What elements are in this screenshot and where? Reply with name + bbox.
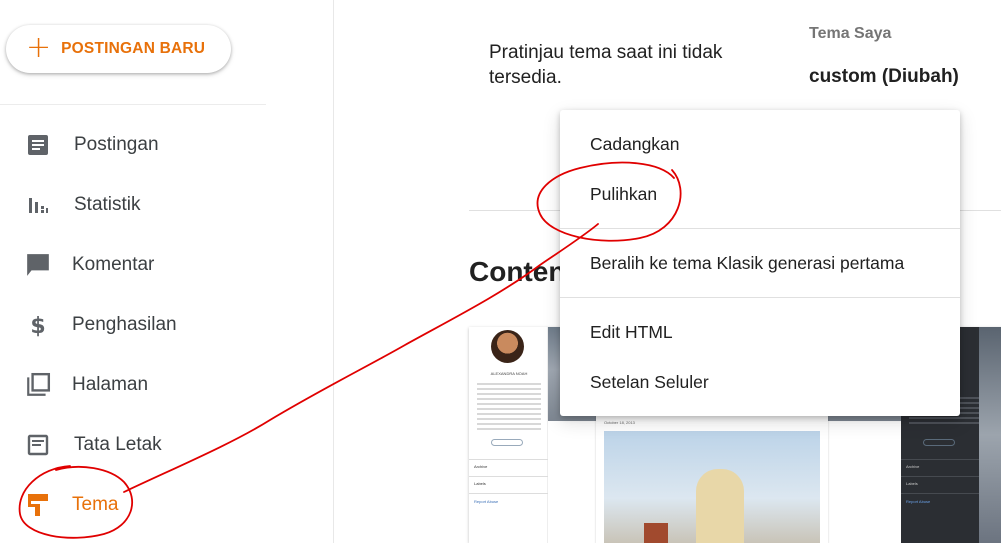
- sidebar-item-pages[interactable]: Halaman: [0, 360, 266, 410]
- new-post-label: POSTINGAN BARU: [61, 40, 206, 57]
- thumbnail-post-photo: [604, 431, 820, 543]
- sidebar-item-layout[interactable]: Tata Letak: [0, 420, 266, 470]
- menu-item-backup[interactable]: Cadangkan: [560, 119, 960, 169]
- thumbnail-archive-label: Archive: [906, 464, 920, 469]
- svg-text:$: $: [30, 314, 45, 338]
- thumbnail-divider: [469, 493, 548, 494]
- sidebar-item-label: Komentar: [72, 254, 155, 275]
- thumbnail-hero-image: [979, 327, 1001, 543]
- thumbnail-button: [923, 439, 955, 446]
- sidebar: + POSTINGAN BARU Postingan Statistik Kom…: [0, 0, 334, 543]
- thumbnail-divider: [901, 476, 979, 477]
- avatar: [491, 330, 524, 363]
- menu-item-switch-classic[interactable]: Beralih ke tema Klasik generasi pertama: [560, 238, 960, 288]
- menu-item-edit-html[interactable]: Edit HTML: [560, 307, 960, 357]
- menu-divider: [560, 228, 960, 229]
- dollar-icon: $: [24, 311, 52, 339]
- thumbnail-author-name: ALEXANDRA NOAH: [490, 371, 528, 376]
- thumbnail-divider: [469, 459, 548, 460]
- theme-options-menu: Cadangkan Pulihkan Beralih ke tema Klasi…: [560, 110, 960, 416]
- menu-item-restore[interactable]: Pulihkan: [560, 169, 960, 219]
- thumbnail-sidebar: ALEXANDRA NOAH Archive Labels Report Abu…: [469, 327, 548, 543]
- thumbnail-report-link: Report Abuse: [906, 499, 931, 504]
- plus-icon: +: [26, 29, 52, 65]
- sidebar-divider: [0, 104, 266, 105]
- thumbnail-labels-label: Labels: [474, 481, 486, 486]
- pages-icon: [24, 371, 52, 399]
- sidebar-item-label: Tata Letak: [74, 434, 162, 455]
- theme-paint-roller-icon: [24, 491, 52, 519]
- section-title: Conten: [469, 256, 566, 287]
- stats-icon: [24, 191, 52, 219]
- sidebar-item-label: Tema: [72, 494, 119, 515]
- sidebar-item-label: Penghasilan: [72, 314, 177, 335]
- sidebar-item-label: Statistik: [74, 194, 141, 215]
- posts-icon: [24, 131, 52, 159]
- sidebar-item-label: Postingan: [74, 134, 159, 155]
- sidebar-item-posts[interactable]: Postingan: [0, 120, 266, 170]
- photo-building-shape: [644, 523, 668, 543]
- thumbnail-divider: [901, 493, 979, 494]
- comment-icon: [24, 251, 52, 279]
- new-post-button[interactable]: + POSTINGAN BARU: [6, 25, 231, 73]
- sidebar-item-comments[interactable]: Komentar: [0, 240, 266, 290]
- thumbnail-labels-label: Labels: [906, 481, 918, 486]
- photo-tower-shape: [696, 469, 744, 543]
- sidebar-item-theme[interactable]: Tema: [0, 480, 266, 530]
- thumbnail-divider: [901, 459, 979, 460]
- sidebar-item-earnings[interactable]: $ Penghasilan: [0, 300, 266, 350]
- thumbnail-report-link: Report Abuse: [474, 499, 499, 504]
- thumbnail-divider: [469, 476, 548, 477]
- thumbnail-post-card: October 18, 2013: [596, 415, 828, 543]
- my-theme-label: Tema Saya: [809, 25, 892, 42]
- menu-item-mobile-settings[interactable]: Setelan Seluler: [560, 357, 960, 407]
- layout-icon: [24, 431, 52, 459]
- thumbnail-text-lines: [477, 383, 541, 433]
- preview-unavailable-text: Pratinjau tema saat ini tidak tersedia.: [489, 42, 723, 88]
- thumbnail-button: [491, 439, 523, 446]
- my-theme-name: custom (Diubah): [809, 66, 959, 87]
- thumbnail-post-date: October 18, 2013: [604, 420, 635, 425]
- sidebar-item-stats[interactable]: Statistik: [0, 180, 266, 230]
- thumbnail-archive-label: Archive: [474, 464, 488, 469]
- sidebar-item-label: Halaman: [72, 374, 149, 395]
- menu-divider: [560, 297, 960, 298]
